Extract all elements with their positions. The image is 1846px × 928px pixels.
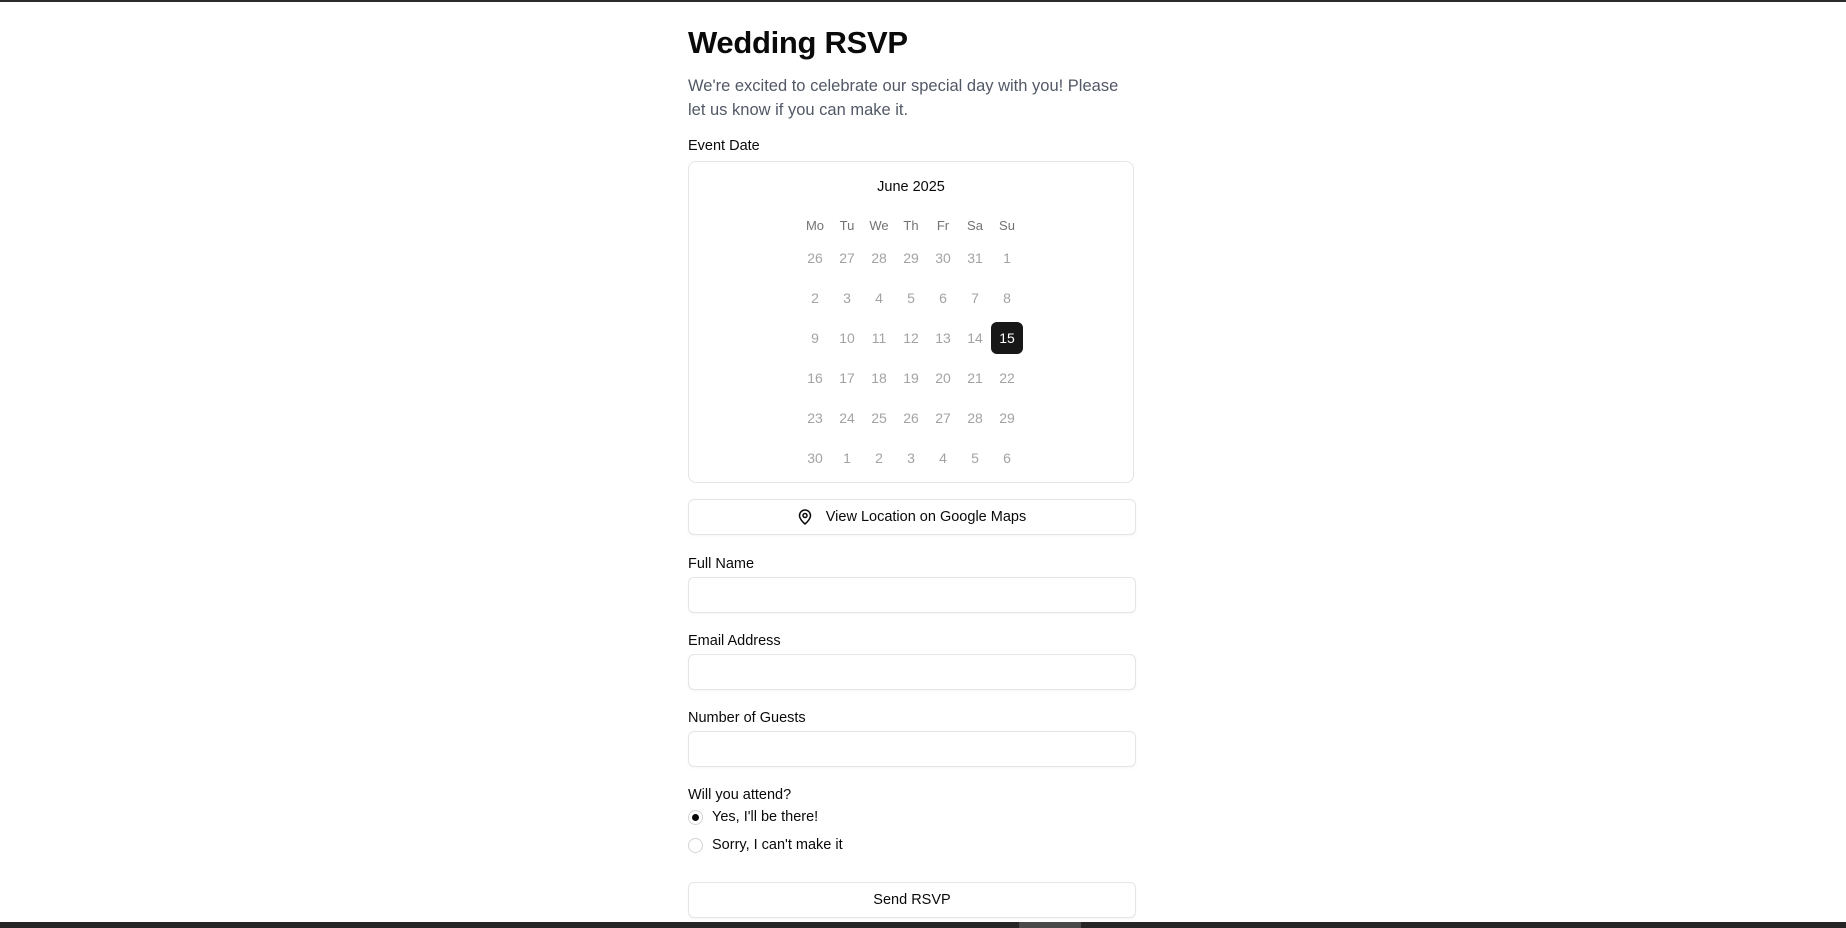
attendance-label: Will you attend?	[688, 787, 792, 803]
calendar-day[interactable]: 12	[895, 322, 927, 354]
view-location-button[interactable]: View Location on Google Maps	[688, 499, 1136, 535]
window-top-border	[0, 0, 1846, 2]
calendar-day[interactable]: 13	[927, 322, 959, 354]
calendar-day[interactable]: 10	[831, 322, 863, 354]
calendar-day[interactable]: 4	[863, 282, 895, 314]
calendar-weekday: Th	[903, 217, 919, 233]
calendar-day[interactable]: 26	[799, 242, 831, 274]
calendar-weekday: Su	[999, 217, 1015, 233]
calendar-day[interactable]: 6	[991, 442, 1023, 474]
guests-input[interactable]	[688, 731, 1136, 767]
full-name-label: Full Name	[688, 556, 755, 572]
calendar-day[interactable]: 25	[863, 402, 895, 434]
calendar-weekday: Fr	[936, 217, 950, 233]
calendar-day[interactable]: 27	[831, 242, 863, 274]
calendar-caption: June 2025	[877, 179, 945, 195]
attend-yes-option[interactable]: Yes, I'll be there!	[688, 806, 1136, 828]
calendar-day[interactable]: 18	[863, 362, 895, 394]
radio-dot-icon	[692, 813, 699, 821]
calendar-day[interactable]: 21	[959, 362, 991, 394]
view-location-label: View Location on Google Maps	[825, 509, 1027, 525]
full-name-field: Full Name	[688, 555, 1136, 613]
calendar-week-row: 9 10 11 12 13 14 15	[799, 318, 1023, 358]
calendar-day[interactable]: 6	[927, 282, 959, 314]
calendar-weekday: We	[869, 217, 889, 233]
calendar-day[interactable]: 20	[927, 362, 959, 394]
calendar-day[interactable]: 5	[895, 282, 927, 314]
full-name-input[interactable]	[688, 577, 1136, 613]
send-rsvp-button[interactable]: Send RSVP	[688, 882, 1136, 918]
horizontal-scrollbar[interactable]	[0, 922, 1846, 928]
calendar-weekday: Mo	[805, 217, 825, 233]
calendar-day[interactable]: 3	[831, 282, 863, 314]
map-pin-icon	[798, 509, 812, 525]
calendar-day[interactable]: 17	[831, 362, 863, 394]
calendar-weekday-row: Mo Tu We Th Fr Sa Su	[799, 216, 1023, 234]
scrollbar-thumb[interactable]	[1019, 922, 1081, 928]
calendar-day[interactable]: 1	[831, 442, 863, 474]
calendar-week-row: 23 24 25 26 27 28 29	[799, 398, 1023, 438]
attend-no-radio[interactable]	[688, 837, 703, 853]
calendar-day[interactable]: 31	[959, 242, 991, 274]
calendar-grid: Mo Tu We Th Fr Sa Su 26 27 28 29 30 31 1 2 3 4 5 6 7 8 9 10 11 1…	[799, 216, 1023, 478]
calendar-week-row: 2345678	[799, 278, 1023, 318]
calendar-day[interactable]: 8	[991, 282, 1023, 314]
calendar-day[interactable]: 4	[927, 442, 959, 474]
calendar-weekday: Sa	[967, 217, 983, 233]
calendar-day[interactable]: 7	[959, 282, 991, 314]
calendar-day[interactable]: 11	[863, 322, 895, 354]
calendar-day[interactable]: 22	[991, 362, 1023, 394]
calendar-day[interactable]: 29	[991, 402, 1023, 434]
calendar-week-row: 30 1 2 3 4 5 6	[799, 438, 1023, 478]
calendar-day[interactable]: 30	[927, 242, 959, 274]
calendar-day[interactable]: 26	[895, 402, 927, 434]
attendance-group: Will you attend? Yes, I'll be there! Sor…	[688, 786, 1136, 856]
guests-label: Number of Guests	[688, 710, 806, 726]
calendar-day[interactable]: 14	[959, 322, 991, 354]
calendar-day[interactable]: 5	[959, 442, 991, 474]
email-label: Email Address	[688, 633, 781, 649]
calendar-day[interactable]: 24	[831, 402, 863, 434]
calendar-week-row: 16 17 18 19 20 21 22	[799, 358, 1023, 398]
email-input[interactable]	[688, 654, 1136, 690]
calendar-day[interactable]: 29	[895, 242, 927, 274]
calendar-week-row: 26 27 28 29 30 31 1	[799, 238, 1023, 278]
calendar-day[interactable]: 16	[799, 362, 831, 394]
event-calendar: June 2025 Mo Tu We Th Fr Sa Su 26 27 28 29 30 31 1 2 3 4…	[688, 161, 1134, 483]
calendar-day[interactable]: 28	[863, 242, 895, 274]
calendar-day[interactable]: 1	[991, 242, 1023, 274]
calendar-day[interactable]: 28	[959, 402, 991, 434]
calendar-weekday: Tu	[839, 217, 855, 233]
calendar-day[interactable]: 19	[895, 362, 927, 394]
calendar-day[interactable]: 3	[895, 442, 927, 474]
calendar-day[interactable]: 27	[927, 402, 959, 434]
rsvp-form: Wedding RSVP We're excited to celebrate …	[688, 20, 1136, 918]
calendar-day[interactable]: 2	[799, 282, 831, 314]
email-field: Email Address	[688, 632, 1136, 690]
attend-yes-radio[interactable]	[688, 809, 703, 825]
event-date-label: Event Date	[688, 138, 760, 154]
calendar-day[interactable]: 23	[799, 402, 831, 434]
page-subtitle: We're excited to celebrate our special d…	[688, 77, 1119, 119]
calendar-day[interactable]: 30	[799, 442, 831, 474]
page-title: Wedding RSVP	[688, 25, 908, 60]
calendar-day[interactable]: 2	[863, 442, 895, 474]
attend-yes-label[interactable]: Yes, I'll be there!	[712, 809, 818, 825]
calendar-day[interactable]: 9	[799, 322, 831, 354]
calendar-day-selected[interactable]: 15	[991, 322, 1023, 354]
attend-no-option[interactable]: Sorry, I can't make it	[688, 834, 1136, 856]
guests-field: Number of Guests	[688, 709, 1136, 767]
attend-no-label[interactable]: Sorry, I can't make it	[712, 837, 843, 853]
